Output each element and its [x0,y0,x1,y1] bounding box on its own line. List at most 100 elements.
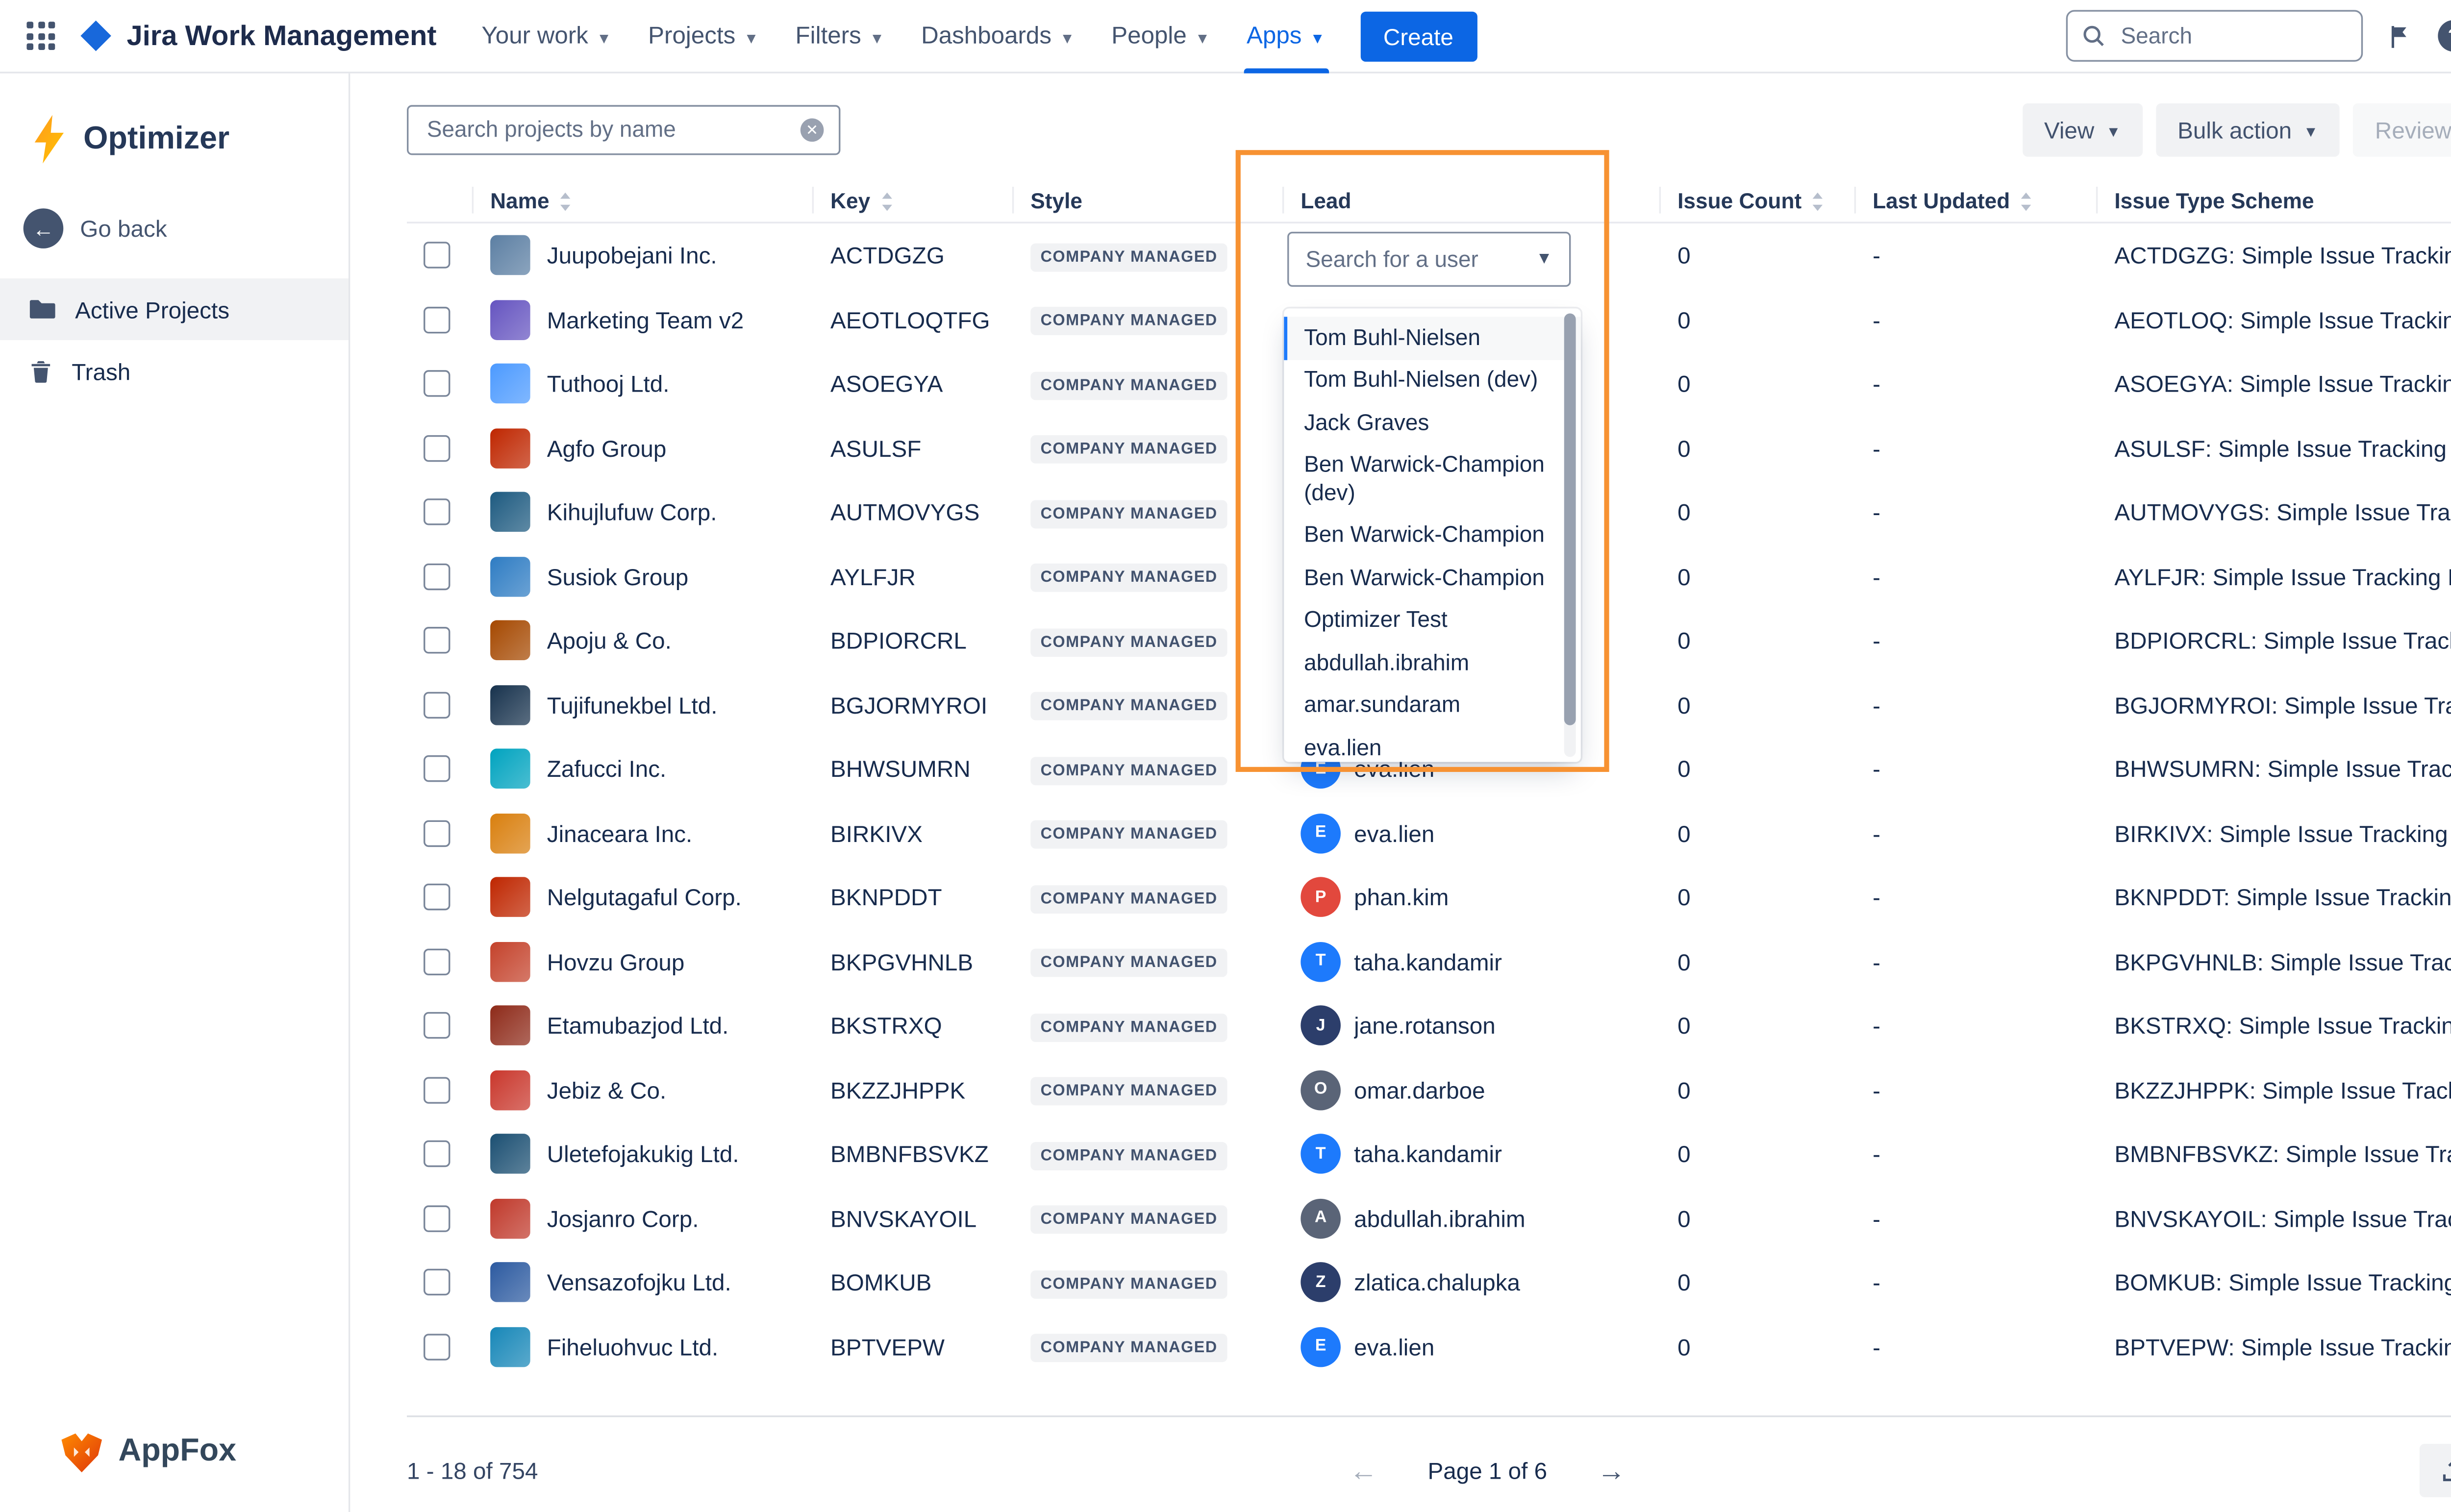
project-name-cell[interactable]: Susiok Group [474,556,814,596]
lead-option-abdullah-ibrahim[interactable]: abdullah.ibrahim [1284,642,1581,685]
project-name-cell[interactable]: Jinaceara Inc. [474,813,814,853]
lead-option-tom-buhl-nielsen-dev[interactable]: Tom Buhl-Nielsen (dev) [1284,359,1581,402]
view-button[interactable]: View ▼ [2023,102,2143,156]
sort-icon[interactable] [559,191,573,211]
column-header-name[interactable]: Name [474,178,814,222]
nav-item-apps[interactable]: Apps▼ [1228,0,1344,73]
project-name-cell[interactable]: Kihujlufuw Corp. [474,492,814,532]
project-name-cell[interactable]: Hovzu Group [474,942,814,982]
sidebar-item-active-projects[interactable]: Active Projects [0,278,349,340]
project-lead-cell[interactable]: Aabdullah.ibrahim [1284,1198,1661,1239]
nav-item-filters[interactable]: Filters▼ [777,0,903,73]
export-button[interactable]: Export [2419,1444,2451,1497]
global-search[interactable] [2066,10,2363,61]
project-name-cell[interactable]: Agfo Group [474,428,814,468]
nav-item-people[interactable]: People▼ [1093,0,1228,73]
project-lead-cell[interactable]: Zzlatica.chalupka [1284,1263,1661,1303]
row-checkbox[interactable] [424,820,450,846]
project-lead-cell[interactable]: Eeva.lien [1284,1327,1661,1367]
nav-item-dashboards[interactable]: Dashboards▼ [903,0,1093,73]
row-checkbox[interactable] [424,499,450,525]
project-lead-cell[interactable]: Pphan.kim [1284,877,1661,917]
row-checkbox[interactable] [424,306,450,333]
project-lead-cell[interactable]: Eeva.lien [1284,813,1661,853]
project-name-cell[interactable]: Vensazofojku Ltd. [474,1263,814,1303]
sort-icon[interactable] [880,191,894,211]
lead-option-optimizer-test[interactable]: Optimizer Test [1284,599,1581,642]
sort-icon[interactable] [2020,191,2033,211]
project-name-cell[interactable]: Apoju & Co. [474,620,814,661]
row-checkbox[interactable] [424,627,450,654]
project-name-cell[interactable]: Nelgutagaful Corp. [474,877,814,917]
project-name-cell[interactable]: Josjanro Corp. [474,1198,814,1239]
row-checkbox[interactable] [424,1077,450,1103]
lead-option-ben-warwick-champion[interactable]: Ben Warwick-Champion [1284,557,1581,599]
project-name-cell[interactable]: Zafucci Inc. [474,749,814,789]
project-avatar [490,299,530,340]
review-changes-button[interactable]: Review changes [2353,102,2451,156]
row-checkbox[interactable] [424,692,450,718]
global-search-input[interactable] [2118,22,2348,50]
lead-user-select[interactable]: Search for a user ▼ [1287,232,1571,287]
row-checkbox[interactable] [424,1334,450,1360]
lead-option-ben-warwick-champion[interactable]: Ben Warwick-Champion [1284,514,1581,557]
flag-icon[interactable] [2388,23,2413,49]
lead-option-amar-sundaram[interactable]: amar.sundaram [1284,684,1581,727]
lead-option-eva-lien[interactable]: eva.lien [1284,727,1581,769]
bulk-action-button[interactable]: Bulk action ▼ [2156,102,2340,156]
column-header-lead[interactable]: Lead [1284,178,1661,222]
scrollbar-thumb[interactable] [1564,314,1576,726]
row-checkbox[interactable] [424,1269,450,1296]
row-checkbox[interactable] [424,1141,450,1167]
lead-option-jack-graves[interactable]: Jack Graves [1284,402,1581,445]
project-lead-cell[interactable]: Oomar.darboe [1284,1070,1661,1110]
project-search-input[interactable] [424,115,800,144]
row-checkbox[interactable] [424,884,450,911]
prev-page-icon[interactable]: ← [1350,1456,1378,1485]
help-icon[interactable]: ? [2438,20,2451,52]
row-checkbox-cell [407,371,474,397]
sort-icon[interactable] [1812,191,1825,211]
create-button[interactable]: Create [1360,11,1476,61]
project-name-cell[interactable]: Marketing Team v2 [474,299,814,340]
row-checkbox[interactable] [424,242,450,269]
project-name-cell[interactable]: Jebiz & Co. [474,1070,814,1110]
project-lead-cell[interactable]: Jjane.rotanson [1284,1006,1661,1046]
project-name-cell[interactable]: Etamubazjod Ltd. [474,1006,814,1046]
dropdown-scrollbar[interactable] [1564,314,1576,757]
project-name-cell[interactable]: Tuthooj Ltd. [474,364,814,404]
column-header-last-updated[interactable]: Last Updated [1856,178,2098,222]
projects-toolbar: ✕ View ▼ Bulk action ▼ Review changes [407,103,2451,155]
nav-item-your-work[interactable]: Your work▼ [463,0,630,73]
project-style-cell: COMPANY MANAGED [1014,1202,1284,1234]
project-lead-cell[interactable]: Ttaha.kandamir [1284,942,1661,982]
row-checkbox[interactable] [424,948,450,975]
next-page-icon[interactable]: → [1597,1456,1626,1485]
row-checkbox[interactable] [424,371,450,397]
jira-brand[interactable]: Jira Work Management [78,18,437,53]
column-header-issue-count[interactable]: Issue Count [1661,178,1856,222]
lead-options-panel: Tom Buhl-NielsenTom Buhl-Nielsen (dev)Ja… [1284,308,1581,762]
lead-option-tom-buhl-nielsen[interactable]: Tom Buhl-Nielsen [1284,317,1581,359]
project-lead-cell[interactable]: Ttaha.kandamir [1284,1134,1661,1174]
row-checkbox[interactable] [424,1013,450,1039]
column-header-style[interactable]: Style [1014,178,1284,222]
project-name-cell[interactable]: Juupobejani Inc. [474,235,814,275]
project-name-cell[interactable]: Tujifunekbel Ltd. [474,685,814,725]
row-checkbox[interactable] [424,756,450,782]
column-header-key[interactable]: Key [814,178,1014,222]
sidebar-item-trash[interactable]: Trash [0,340,349,402]
project-name-cell[interactable]: Uletefojakukig Ltd. [474,1134,814,1174]
project-name-cell[interactable]: Fiheluohvuc Ltd. [474,1327,814,1367]
column-header-issue-type-scheme[interactable]: Issue Type Scheme [2098,178,2451,222]
row-checkbox[interactable] [424,435,450,461]
lead-option-ben-warwick-champion-dev[interactable]: Ben Warwick-Champion (dev) [1284,445,1581,515]
go-back-button[interactable]: ← Go back [0,198,349,278]
row-checkbox[interactable] [424,1205,450,1232]
clear-search-icon[interactable]: ✕ [800,118,824,141]
chevron-down-icon: ▼ [870,30,884,47]
app-switcher-icon[interactable] [26,22,55,50]
nav-item-projects[interactable]: Projects▼ [630,0,777,73]
project-search[interactable]: ✕ [407,104,840,154]
row-checkbox[interactable] [424,563,450,590]
